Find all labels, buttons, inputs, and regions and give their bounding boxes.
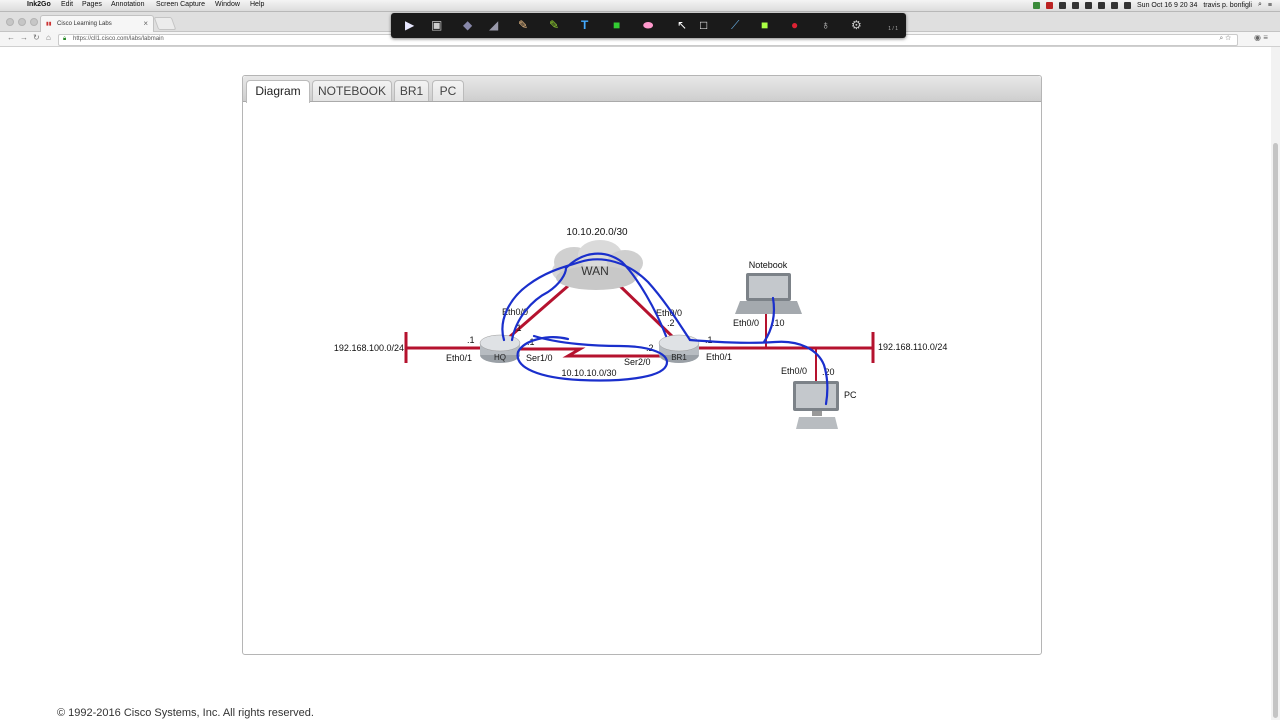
- hq-ser10-label: Ser1/0: [526, 353, 553, 363]
- page-scrollbar[interactable]: [1271, 47, 1280, 720]
- serial-subnet-label: 10.10.10.0/30: [561, 368, 616, 378]
- br1-router-label: BR1: [671, 353, 687, 362]
- pc-desktop-icon[interactable]: [793, 381, 839, 429]
- hq-lan-subnet-label: 192.168.100.0/24: [334, 343, 404, 353]
- notebook-eth-label: Eth0/0: [733, 318, 759, 328]
- hq-router-label: HQ: [494, 353, 506, 362]
- br1-ser20-label: Ser2/0: [624, 357, 651, 367]
- hq-eth01-label: Eth0/1: [446, 353, 472, 363]
- copyright-footer: © 1992-2016 Cisco Systems, Inc. All righ…: [57, 707, 314, 719]
- wan-label: WAN: [581, 264, 609, 278]
- scrollbar-thumb[interactable]: [1273, 143, 1278, 718]
- br1-eth01-label: Eth0/1: [706, 352, 732, 362]
- network-diagram: WAN 10.10.20.0/30 HQ BR1 Notebook PC 192…: [334, 227, 947, 429]
- pc-eth-label: Eth0/0: [781, 366, 807, 376]
- br1-wan-ip-label: .2: [667, 318, 675, 328]
- wan-subnet-label: 10.10.20.0/30: [566, 227, 628, 238]
- hq-lan-ip-label: .1: [467, 335, 475, 345]
- pc-label: PC: [844, 390, 857, 400]
- notebook-label: Notebook: [749, 260, 788, 270]
- br1-lan-subnet-label: 192.168.110.0/24: [878, 342, 947, 352]
- notebook-laptop-icon[interactable]: [735, 273, 802, 314]
